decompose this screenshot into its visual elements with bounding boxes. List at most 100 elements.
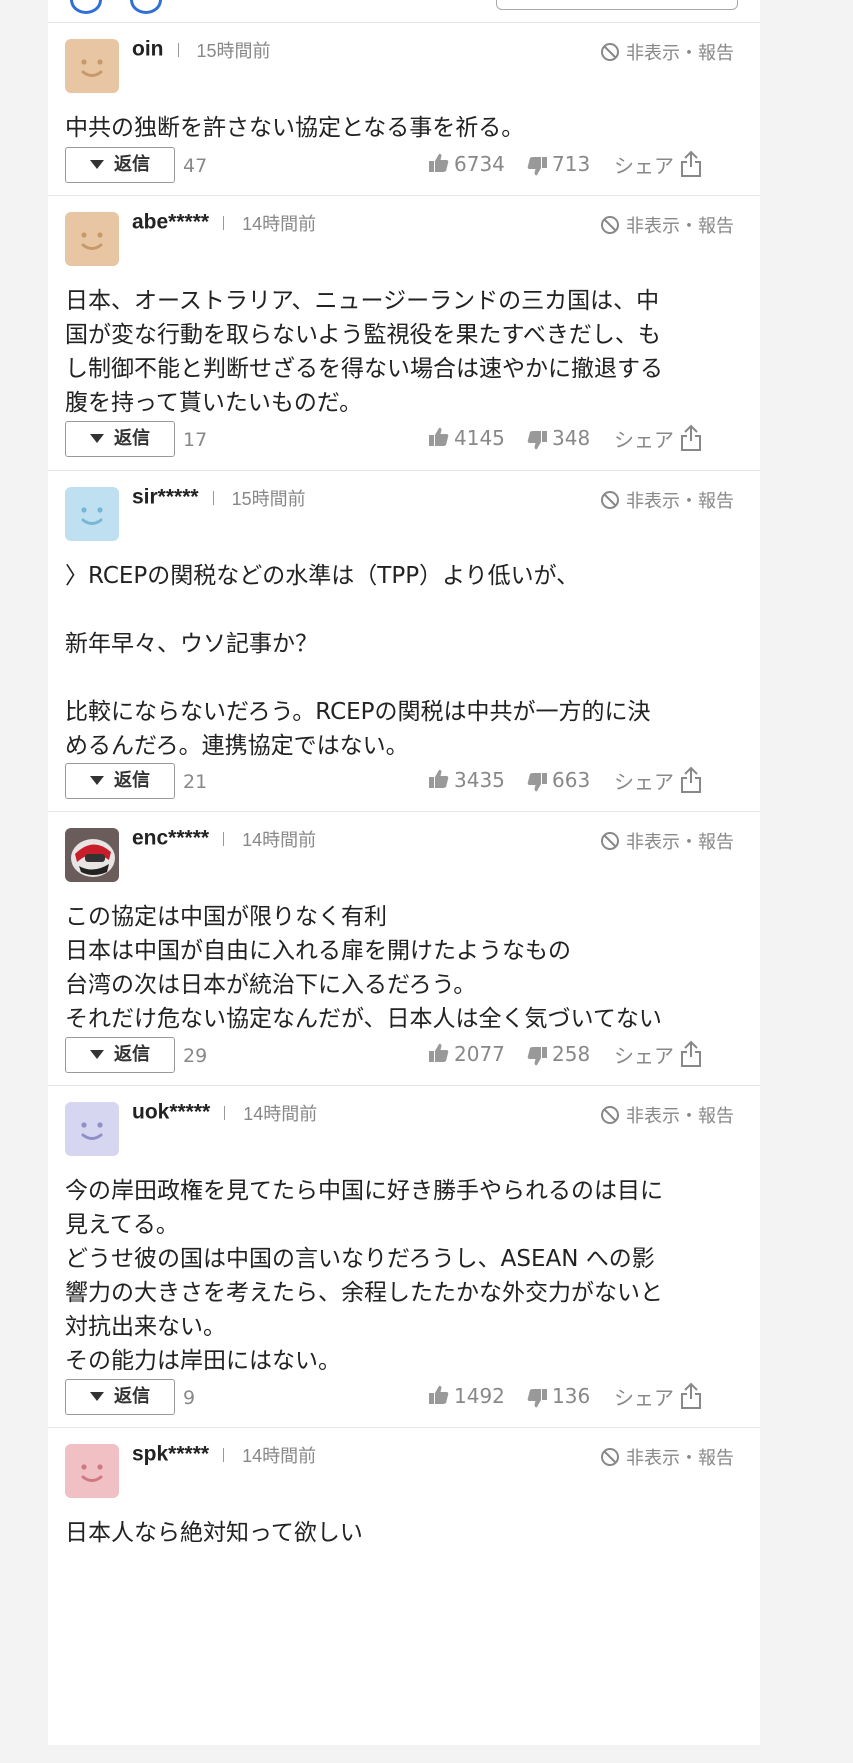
comment-time: 14時間前: [242, 830, 317, 850]
comment-item: abe***** 14時間前 非表示・報告 日本、オーストラリア、ニュージーランド…: [48, 195, 760, 470]
triangle-down-icon: [90, 776, 104, 785]
social-share-icon[interactable]: [130, 0, 162, 14]
author-name[interactable]: sir*****: [132, 486, 199, 509]
like-count: 6734: [454, 152, 505, 176]
like-button[interactable]: 2077: [428, 1042, 505, 1066]
dislike-count: 348: [552, 426, 591, 450]
dislike-button[interactable]: 713: [526, 152, 590, 177]
dislike-button[interactable]: 663: [526, 768, 590, 793]
comment-time: 15時間前: [196, 41, 271, 61]
dislike-count: 663: [552, 768, 591, 792]
hide-report-link[interactable]: 非表示・報告: [600, 487, 734, 513]
triangle-down-icon: [90, 160, 104, 169]
reply-button[interactable]: 返信: [65, 1037, 175, 1073]
comment-item: uok***** 14時間前 非表示・報告 今の岸田政権を見てたら中国に好き勝手や…: [48, 1085, 760, 1427]
hide-report-label: 非表示・報告: [626, 216, 734, 237]
comment-actions: 返信 21 3435 663 シェア: [48, 763, 760, 803]
dislike-count: 136: [552, 1384, 591, 1408]
divider: [223, 216, 225, 230]
dislike-button[interactable]: 348: [526, 426, 590, 451]
author-name[interactable]: abe*****: [132, 211, 209, 234]
share-label: シェア: [614, 770, 674, 794]
hide-report-link[interactable]: 非表示・報告: [600, 1444, 734, 1470]
triangle-down-icon: [90, 1050, 104, 1059]
thumbs-up-icon: [428, 768, 454, 792]
ban-icon: [600, 216, 626, 237]
comment-author[interactable]: uok***** 14時間前: [132, 1100, 317, 1126]
comment-author[interactable]: oin 15時間前: [132, 37, 271, 63]
divider: [223, 832, 225, 846]
reply-button[interactable]: 返信: [65, 1379, 175, 1415]
reply-label: 返信: [114, 1044, 150, 1065]
comment-author[interactable]: abe***** 14時間前: [132, 210, 316, 236]
reply-button[interactable]: 返信: [65, 147, 175, 183]
avatar[interactable]: [65, 487, 119, 541]
ban-icon: [600, 832, 626, 853]
comment-time: 14時間前: [242, 214, 317, 234]
comment-item: oin 15時間前 非表示・報告 中共の独断を許さない協定となる事を祈る。 返信 …: [48, 22, 760, 195]
like-button[interactable]: 6734: [428, 152, 505, 176]
comment-item: sir***** 15時間前 非表示・報告 〉RCEPの関税などの水準は（TPP）…: [48, 470, 760, 811]
like-button[interactable]: 3435: [428, 768, 505, 792]
like-count: 3435: [454, 768, 505, 792]
comment-author[interactable]: spk***** 14時間前: [132, 1442, 316, 1468]
comment-time: 14時間前: [242, 1446, 317, 1466]
avatar[interactable]: [65, 1102, 119, 1156]
reply-label: 返信: [114, 1386, 150, 1407]
dislike-count: 258: [552, 1042, 591, 1066]
avatar[interactable]: [65, 39, 119, 93]
comment-author[interactable]: sir***** 15時間前: [132, 485, 306, 511]
hide-report-link[interactable]: 非表示・報告: [600, 212, 734, 238]
sort-select[interactable]: [496, 0, 738, 10]
hide-report-label: 非表示・報告: [626, 1448, 734, 1469]
reply-button[interactable]: 返信: [65, 763, 175, 799]
hide-report-link[interactable]: 非表示・報告: [600, 828, 734, 854]
ban-icon: [600, 43, 626, 64]
comment-text: 〉RCEPの関税などの水準は（TPP）より低いが、 新年早々、ウソ記事か？ 比較…: [65, 563, 651, 759]
social-share-icon[interactable]: [70, 0, 102, 14]
hide-report-label: 非表示・報告: [626, 491, 734, 512]
avatar[interactable]: [65, 1444, 119, 1498]
avatar[interactable]: [65, 212, 119, 266]
thumbs-down-icon: [526, 152, 552, 176]
dislike-button[interactable]: 258: [526, 1042, 590, 1067]
like-count: 2077: [454, 1042, 505, 1066]
share-button[interactable]: シェア: [614, 1382, 702, 1411]
thumbs-up-icon: [428, 1384, 454, 1408]
comment-item: spk***** 14時間前 非表示・報告 日本人なら絶対知って欲しい: [48, 1427, 760, 1745]
thumbs-up-icon: [428, 426, 454, 450]
author-name[interactable]: uok*****: [132, 1101, 210, 1124]
comment-author[interactable]: enc***** 14時間前: [132, 826, 316, 852]
comment-item: enc***** 14時間前 非表示・報告 この協定は中国が限りなく有利 日本は中…: [48, 811, 760, 1085]
ban-icon: [600, 491, 626, 512]
share-button[interactable]: シェア: [614, 766, 702, 795]
reply-label: 返信: [114, 428, 150, 449]
reply-label: 返信: [114, 770, 150, 791]
like-button[interactable]: 4145: [428, 426, 505, 450]
reply-count: 17: [183, 429, 208, 451]
comment-actions: 返信 47 6734 713 シェア: [48, 147, 760, 187]
share-label: シェア: [614, 154, 674, 178]
share-label: シェア: [614, 1386, 674, 1410]
hide-report-link[interactable]: 非表示・報告: [600, 39, 734, 65]
dislike-count: 713: [552, 152, 591, 176]
divider: [224, 1106, 226, 1120]
hide-report-label: 非表示・報告: [626, 832, 734, 853]
dislike-button[interactable]: 136: [526, 1384, 590, 1409]
avatar[interactable]: [65, 828, 119, 882]
share-button[interactable]: シェア: [614, 150, 702, 179]
comment-text: 日本、オーストラリア、ニュージーランドの三カ国は、中 国が変な行動を取らないよう…: [65, 288, 663, 416]
comment-column: oin 15時間前 非表示・報告 中共の独断を許さない協定となる事を祈る。 返信 …: [48, 0, 760, 1745]
thumbs-up-icon: [428, 152, 454, 176]
like-button[interactable]: 1492: [428, 1384, 505, 1408]
author-name[interactable]: enc*****: [132, 827, 209, 850]
comment-actions: 返信 29 2077 258 シェア: [48, 1037, 760, 1077]
author-name[interactable]: spk*****: [132, 1443, 209, 1466]
reply-count: 29: [183, 1045, 208, 1067]
share-icon: [674, 150, 702, 178]
reply-button[interactable]: 返信: [65, 421, 175, 457]
share-button[interactable]: シェア: [614, 424, 702, 453]
hide-report-link[interactable]: 非表示・報告: [600, 1102, 734, 1128]
share-button[interactable]: シェア: [614, 1040, 702, 1069]
author-name[interactable]: oin: [132, 38, 164, 61]
